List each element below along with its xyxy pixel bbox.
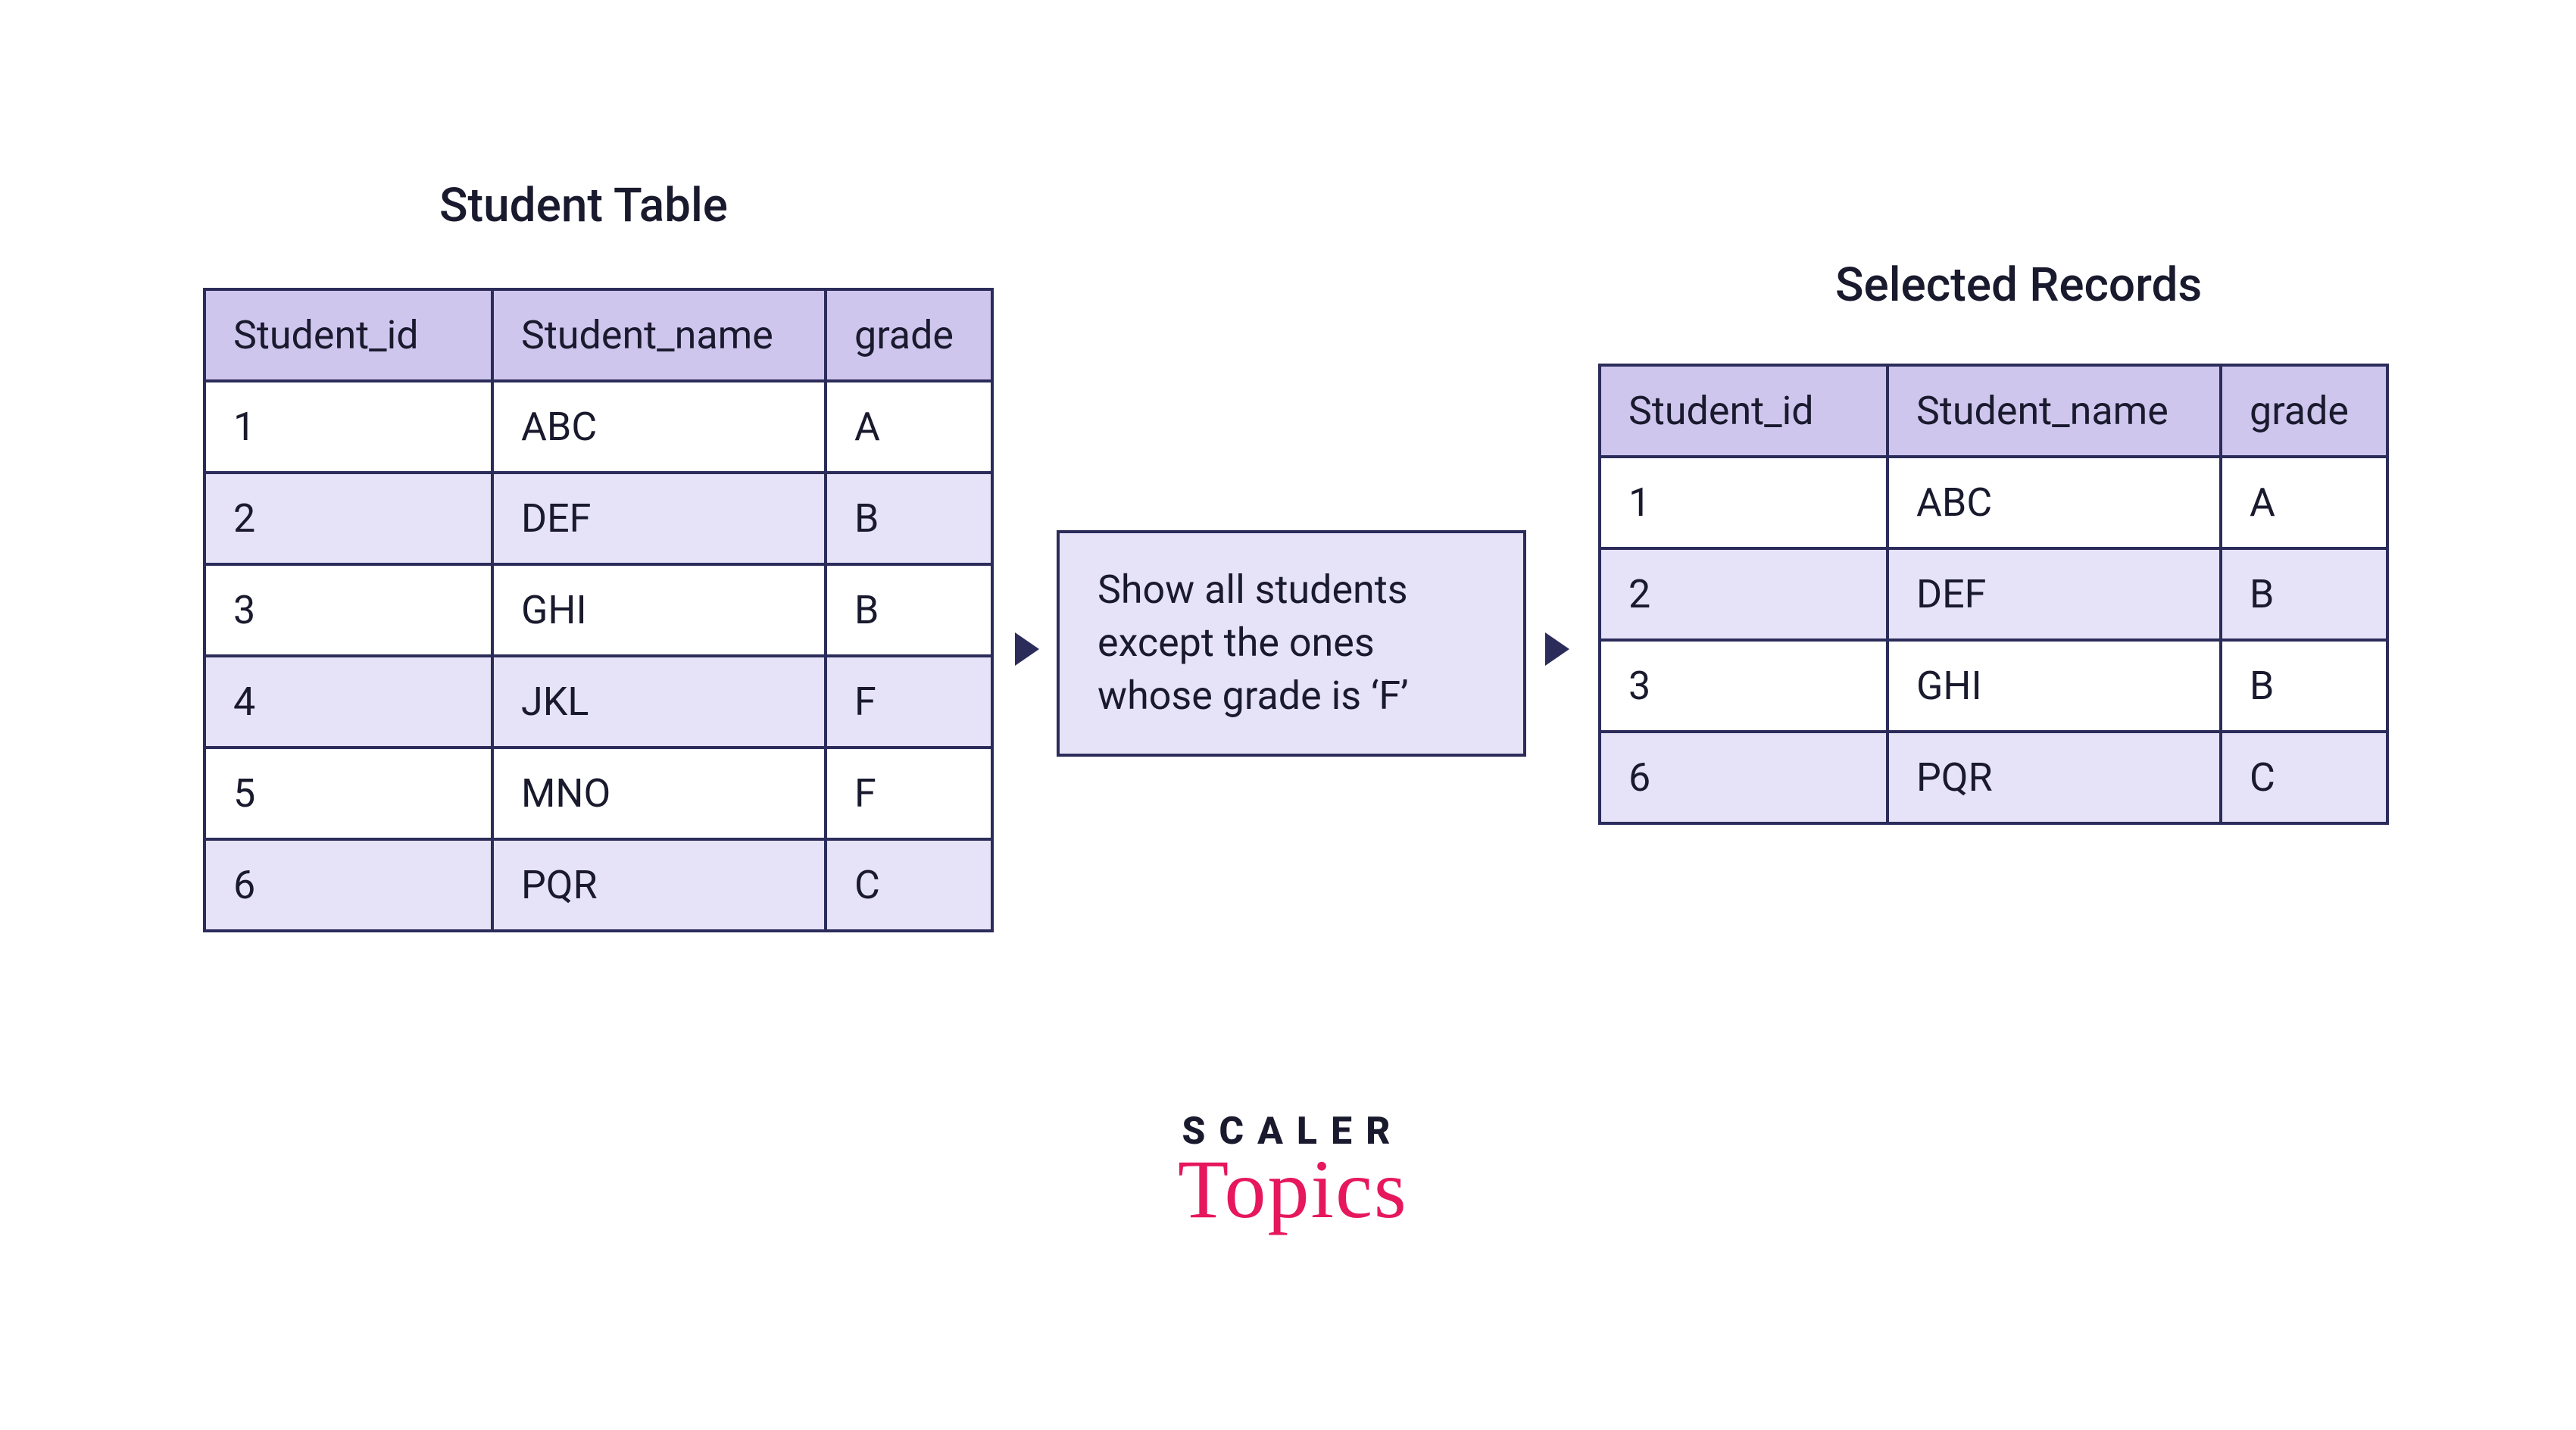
logo-bottom-text: Topics — [1178, 1141, 1408, 1238]
cell: 3 — [1600, 640, 1888, 732]
arrow-right-icon — [1015, 632, 1039, 666]
cell: 3 — [205, 564, 492, 656]
cell: 1 — [205, 381, 492, 473]
table-row: 1 ABC A — [205, 381, 992, 473]
table-row: 3 GHI B — [1600, 640, 2387, 732]
cell: B — [826, 473, 992, 564]
table-row: 6 PQR C — [1600, 732, 2387, 823]
cell: 4 — [205, 656, 492, 748]
cell: DEF — [1888, 548, 2221, 640]
cell: MNO — [492, 748, 826, 839]
col-student-id: Student_id — [1600, 365, 1888, 457]
cell: GHI — [492, 564, 826, 656]
table-row: 2 DEF B — [205, 473, 992, 564]
cell: 2 — [205, 473, 492, 564]
filter-description-box: Show all students except the ones whose … — [1057, 530, 1526, 757]
right-table-title: Selected Records — [1835, 258, 2202, 313]
cell: A — [2221, 457, 2387, 548]
cell: A — [826, 381, 992, 473]
table-row: 5 MNO F — [205, 748, 992, 839]
cell: C — [2221, 732, 2387, 823]
cell: 1 — [1600, 457, 1888, 548]
table-row: 1 ABC A — [1600, 457, 2387, 548]
cell: 2 — [1600, 548, 1888, 640]
scaler-topics-logo: SCALER Topics — [1178, 1110, 1408, 1238]
table-row: 6 PQR C — [205, 839, 992, 931]
cell: 5 — [205, 748, 492, 839]
cell: 6 — [1600, 732, 1888, 823]
table-header-row: Student_id Student_name grade — [1600, 365, 2387, 457]
cell: ABC — [1888, 457, 2221, 548]
selected-records-table: Student_id Student_name grade 1 ABC A 2 … — [1598, 364, 2389, 825]
cell: PQR — [1888, 732, 2221, 823]
table-row: 3 GHI B — [205, 564, 992, 656]
cell: 6 — [205, 839, 492, 931]
table-row: 4 JKL F — [205, 656, 992, 748]
cell: JKL — [492, 656, 826, 748]
table-row: 2 DEF B — [1600, 548, 2387, 640]
cell: PQR — [492, 839, 826, 931]
col-grade: grade — [826, 289, 992, 381]
col-grade: grade — [2221, 365, 2387, 457]
cell: GHI — [1888, 640, 2221, 732]
cell: B — [2221, 640, 2387, 732]
cell: B — [826, 564, 992, 656]
cell: F — [826, 748, 992, 839]
col-student-name: Student_name — [1888, 365, 2221, 457]
table-header-row: Student_id Student_name grade — [205, 289, 992, 381]
cell: B — [2221, 548, 2387, 640]
arrow-right-icon — [1545, 632, 1569, 666]
col-student-id: Student_id — [205, 289, 492, 381]
col-student-name: Student_name — [492, 289, 826, 381]
cell: C — [826, 839, 992, 931]
cell: F — [826, 656, 992, 748]
left-table-title: Student Table — [439, 178, 728, 233]
student-table: Student_id Student_name grade 1 ABC A 2 … — [203, 288, 994, 932]
cell: ABC — [492, 381, 826, 473]
diagram-canvas: Student Table Student_id Student_name gr… — [0, 0, 2576, 1430]
cell: DEF — [492, 473, 826, 564]
